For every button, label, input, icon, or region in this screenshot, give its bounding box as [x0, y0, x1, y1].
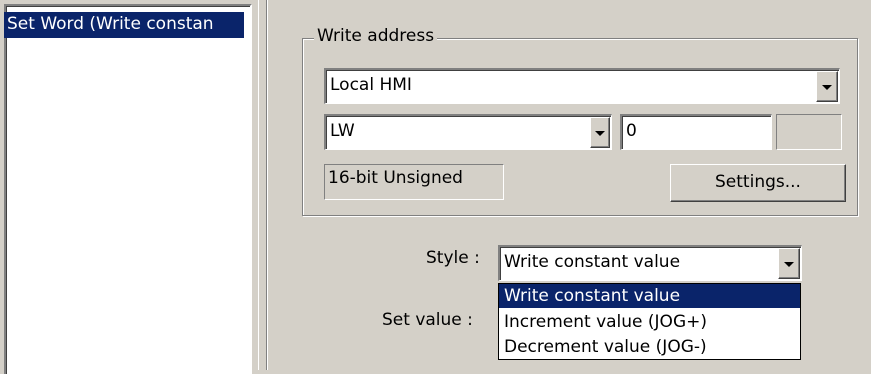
style-label: Style : [426, 248, 480, 268]
device-dropdown-button[interactable] [816, 71, 838, 102]
chevron-down-icon [784, 261, 794, 267]
style-option-increment[interactable]: Increment value (JOG+) [499, 310, 800, 334]
settings-button[interactable]: Settings... [670, 164, 846, 202]
address-input-value: 0 [626, 121, 637, 141]
data-format-field: 16-bit Unsigned [324, 164, 504, 200]
splitter-divider [266, 0, 268, 370]
device-select-value: Local HMI [330, 75, 412, 95]
style-dropdown-button[interactable] [778, 248, 800, 279]
style-select-value: Write constant value [504, 252, 681, 272]
list-item[interactable]: Set Word (Write constan [4, 12, 244, 38]
action-list[interactable] [4, 4, 252, 374]
style-select[interactable]: Write constant value [498, 245, 802, 281]
chevron-down-icon [822, 84, 832, 90]
address-extra-field [776, 114, 842, 150]
address-type-dropdown-button[interactable] [590, 117, 610, 148]
style-dropdown-list: Write constant value Increment value (JO… [498, 283, 801, 360]
set-value-label: Set value : [382, 310, 473, 330]
address-type-select[interactable]: LW [324, 114, 612, 150]
chevron-down-icon [595, 130, 605, 136]
data-format-value: 16-bit Unsigned [328, 168, 463, 188]
address-input[interactable]: 0 [620, 114, 772, 150]
style-option-write-constant[interactable]: Write constant value [499, 284, 800, 308]
address-type-value: LW [330, 121, 355, 141]
style-option-decrement[interactable]: Decrement value (JOG-) [499, 335, 800, 359]
device-select[interactable]: Local HMI [324, 68, 840, 104]
group-title: Write address [314, 26, 438, 46]
